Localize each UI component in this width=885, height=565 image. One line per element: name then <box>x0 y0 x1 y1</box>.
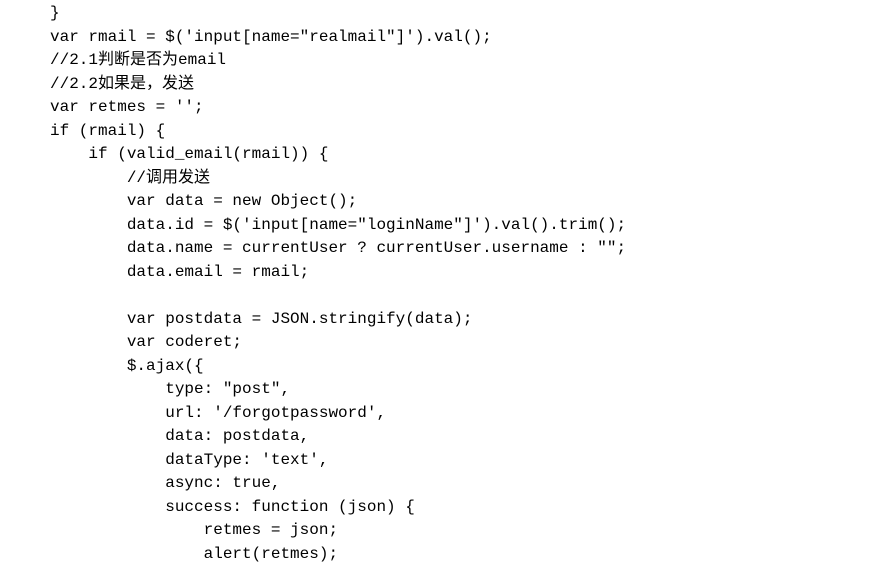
code-line: $.ajax({ <box>50 357 204 375</box>
code-line: //调用发送 <box>50 169 210 187</box>
code-line: var rmail = $('input[name="realmail"]').… <box>50 28 492 46</box>
code-line: if (rmail) { <box>50 122 165 140</box>
code-line: async: true, <box>50 474 280 492</box>
code-line: var retmes = ''; <box>50 98 204 116</box>
code-line: retmes = json; <box>50 521 338 539</box>
code-line: //2.2如果是，发送 <box>50 75 194 93</box>
code-line: } <box>50 4 60 22</box>
code-line: var postdata = JSON.stringify(data); <box>50 310 472 328</box>
code-line: data.id = $('input[name="loginName"]').v… <box>50 216 626 234</box>
code-line: if (valid_email(rmail)) { <box>50 145 328 163</box>
code-line: type: "post", <box>50 380 290 398</box>
code-line: //2.1判断是否为email <box>50 51 226 69</box>
code-line: success: function (json) { <box>50 498 415 516</box>
code-line: url: '/forgotpassword', <box>50 404 386 422</box>
code-line: alert(retmes); <box>50 545 338 563</box>
code-block: } var rmail = $('input[name="realmail"]'… <box>0 0 885 565</box>
code-line: dataType: 'text', <box>50 451 328 469</box>
code-line: data: postdata, <box>50 427 309 445</box>
code-line: var data = new Object(); <box>50 192 357 210</box>
code-line: var coderet; <box>50 333 242 351</box>
code-line: data.email = rmail; <box>50 263 309 281</box>
code-line: data.name = currentUser ? currentUser.us… <box>50 239 626 257</box>
